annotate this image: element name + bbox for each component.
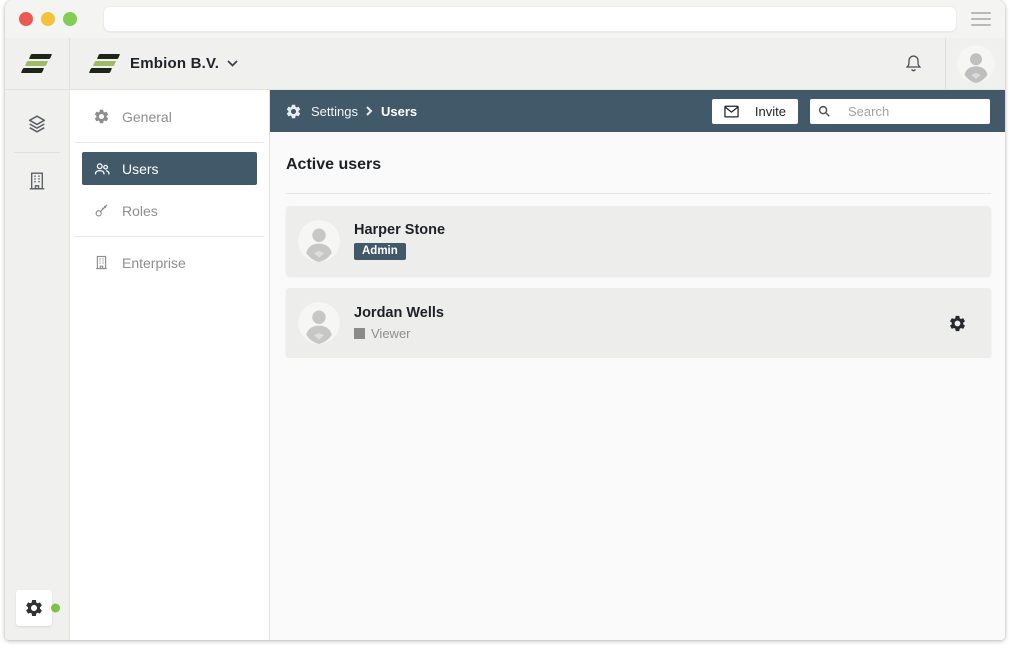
gear-icon <box>92 108 111 125</box>
sidebar-item-enterprise[interactable]: Enterprise <box>82 246 257 279</box>
embion-logo-icon <box>90 54 120 73</box>
user-name: Jordan Wells <box>354 305 444 321</box>
chevron-down-icon <box>227 60 238 67</box>
url-bar[interactable] <box>103 6 957 32</box>
settings-sidebar: General Users <box>70 90 270 640</box>
sidebar-item-label: Roles <box>122 203 158 219</box>
user-card: Jordan Wells Viewer <box>286 288 991 358</box>
bell-icon <box>903 53 924 74</box>
sidebar-item-label: General <box>122 109 172 125</box>
embion-logo-icon <box>22 54 52 73</box>
rail-item-enterprise[interactable] <box>5 159 70 203</box>
title-divider <box>286 193 991 194</box>
rail-item-devices[interactable] <box>5 102 70 146</box>
user-avatar[interactable] <box>957 45 995 83</box>
app-header: Embion B.V. <box>5 38 1005 90</box>
search-input[interactable] <box>846 103 983 120</box>
chevron-right-icon <box>366 106 373 116</box>
sidebar-item-label: Users <box>122 161 159 177</box>
nav-rail <box>5 90 70 640</box>
role-text: Viewer <box>371 326 411 341</box>
invite-button-label: Invite <box>755 104 786 119</box>
sidebar-item-general[interactable]: General <box>82 100 257 133</box>
invite-button[interactable]: Invite <box>712 99 798 124</box>
key-icon <box>92 202 111 219</box>
app: Embion B.V. <box>5 38 1005 640</box>
header-main: Embion B.V. <box>70 38 945 89</box>
sidebar-item-label: Enterprise <box>122 255 186 271</box>
avatar-section <box>945 38 1005 89</box>
role-color-square <box>354 328 365 339</box>
layers-icon <box>26 113 48 135</box>
avatar <box>298 220 340 262</box>
breadcrumb-settings[interactable]: Settings <box>311 104 358 119</box>
rail-divider <box>14 152 60 153</box>
system-settings-button[interactable] <box>16 590 52 626</box>
role-badge: Admin <box>354 243 406 260</box>
search-icon <box>817 104 831 118</box>
sidebar-divider <box>75 142 264 143</box>
user-settings-button[interactable] <box>948 314 967 333</box>
page-title: Active users <box>286 156 991 174</box>
building-icon <box>26 170 48 192</box>
users-icon <box>92 160 111 178</box>
window-controls <box>19 12 77 26</box>
minimize-window-button[interactable] <box>41 12 55 26</box>
user-card: Harper Stone Admin <box>286 206 991 276</box>
breadcrumb-users[interactable]: Users <box>381 104 417 119</box>
browser-menu-icon[interactable] <box>971 12 991 26</box>
search-box <box>810 99 990 124</box>
org-name: Embion B.V. <box>130 55 219 72</box>
browser-window: Embion B.V. <box>5 0 1005 640</box>
status-dot <box>51 604 60 613</box>
breadcrumb-bar: Settings Users Invite <box>270 90 1005 132</box>
sidebar-item-roles[interactable]: Roles <box>82 194 257 227</box>
user-name: Harper Stone <box>354 222 445 238</box>
gear-icon <box>285 103 302 120</box>
close-window-button[interactable] <box>19 12 33 26</box>
maximize-window-button[interactable] <box>63 12 77 26</box>
browser-chrome <box>5 0 1005 38</box>
building-icon <box>92 254 111 271</box>
sidebar-divider <box>75 236 264 237</box>
users-content: Active users Ha <box>270 132 1005 358</box>
main-panel: Settings Users Invite <box>270 90 1005 640</box>
role-label: Viewer <box>354 326 444 341</box>
avatar <box>298 302 340 344</box>
org-switcher[interactable]: Embion B.V. <box>90 54 238 73</box>
envelope-icon <box>724 105 739 118</box>
gear-icon <box>24 598 44 618</box>
app-logo-button[interactable] <box>5 38 70 89</box>
sidebar-item-users[interactable]: Users <box>82 152 257 185</box>
notifications-button[interactable] <box>881 53 945 74</box>
